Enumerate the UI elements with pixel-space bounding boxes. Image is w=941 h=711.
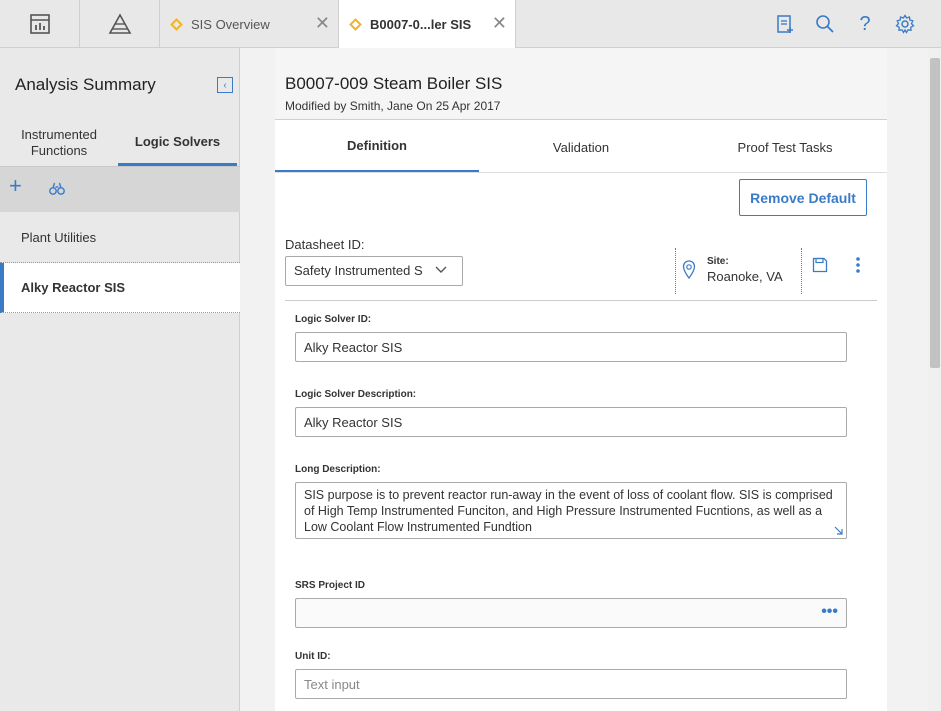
search-icon	[816, 15, 834, 33]
list-item-alky-reactor-sis[interactable]: Alky Reactor SIS	[0, 263, 240, 313]
tab-label: Definition	[347, 138, 407, 153]
form-divider	[285, 300, 877, 301]
unit-id-field[interactable]: Text input	[295, 669, 847, 699]
tab-label: Validation	[552, 139, 610, 155]
analysis-summary-panel: Analysis Summary ‹ Instrumented Function…	[0, 48, 240, 711]
record-header: B0007-009 Steam Boiler SIS Modified by S…	[275, 48, 887, 120]
long-description-label: Long Description:	[295, 464, 381, 475]
binoculars-icon[interactable]	[49, 182, 65, 196]
site-value: Roanoke, VA	[707, 269, 783, 284]
close-icon[interactable]: ✕	[315, 14, 330, 32]
dashboard-icon	[29, 14, 50, 34]
help-button[interactable]: ?	[853, 12, 877, 36]
scroll-thumb[interactable]	[930, 58, 940, 368]
tab-sis-overview[interactable]: SIS Overview ✕	[160, 0, 339, 48]
clipboard-add-button[interactable]	[773, 12, 797, 36]
chevron-down-icon	[435, 266, 447, 273]
more-options-icon[interactable]: •••	[821, 603, 838, 621]
asset-strategy-button[interactable]	[80, 0, 160, 48]
field-placeholder: Text input	[304, 676, 360, 692]
datasheet-value: Safety Instrumented S	[294, 263, 423, 278]
save-icon[interactable]	[812, 257, 828, 273]
add-icon[interactable]: +	[9, 175, 22, 197]
datasheet-select[interactable]: Safety Instrumented S	[285, 256, 463, 286]
record-card: B0007-009 Steam Boiler SIS Modified by S…	[275, 48, 887, 711]
remove-default-button[interactable]: Remove Default	[739, 179, 867, 216]
tab-divider	[275, 172, 887, 173]
close-icon[interactable]: ✕	[492, 14, 507, 32]
logic-solver-description-field[interactable]: Alky Reactor SIS	[295, 407, 847, 437]
more-vertical-icon[interactable]	[855, 256, 861, 274]
list-item-label: Plant Utilities	[21, 230, 97, 245]
srs-project-id-label: SRS Project ID	[295, 580, 366, 591]
logic-solver-description-label: Logic Solver Description:	[295, 389, 417, 400]
tab-proof-test-tasks[interactable]: Proof Test Tasks	[683, 121, 887, 173]
list-toolbar: +	[0, 166, 240, 212]
vertical-scrollbar[interactable]	[928, 48, 941, 711]
datasheet-label: Datasheet ID:	[285, 237, 365, 252]
tab-validation[interactable]: Validation	[479, 121, 683, 173]
pyramid-icon	[108, 13, 131, 34]
list-item-label: Alky Reactor SIS	[21, 280, 126, 295]
field-value: Alky Reactor SIS	[304, 414, 403, 430]
dashboard-button[interactable]	[0, 0, 80, 48]
diamond-icon	[349, 18, 362, 31]
top-bar: SIS Overview ✕ B0007-0...ler SIS ✕ ?	[0, 0, 941, 49]
location-pin-icon	[682, 260, 696, 280]
site-label: Site:	[707, 256, 729, 267]
tab-label: Logic Solvers	[134, 134, 221, 149]
diamond-icon	[170, 17, 183, 31]
tab-label: Proof Test Tasks	[737, 139, 833, 155]
logic-solver-id-field[interactable]: Alky Reactor SIS	[295, 332, 847, 362]
tab-steam-boiler-sis[interactable]: B0007-0...ler SIS ✕	[339, 0, 516, 49]
srs-project-id-field[interactable]: •••	[295, 598, 847, 628]
modified-info: Modified by Smith, Jane On 25 Apr 2017	[285, 99, 501, 113]
page-title: B0007-009 Steam Boiler SIS	[285, 74, 503, 93]
long-description-textarea[interactable]: SIS purpose is to prevent reactor run-aw…	[295, 482, 847, 539]
resize-handle-icon[interactable]	[834, 526, 844, 536]
search-button[interactable]	[813, 12, 837, 36]
collapse-panel-button[interactable]: ‹	[217, 77, 233, 93]
logic-solver-id-label: Logic Solver ID:	[295, 314, 372, 325]
unit-id-label: Unit ID:	[295, 651, 331, 662]
settings-button[interactable]	[893, 12, 917, 36]
tab-label: SIS Overview	[191, 16, 270, 32]
main-content: B0007-009 Steam Boiler SIS Modified by S…	[240, 48, 928, 711]
field-value: SIS purpose is to prevent reactor run-aw…	[304, 488, 833, 534]
chevron-left-icon: ‹	[223, 79, 227, 91]
clipboard-add-icon	[777, 15, 793, 33]
settings-icon	[895, 14, 915, 34]
help-icon: ?	[859, 12, 871, 35]
site-selector[interactable]: Site: Roanoke, VA	[675, 248, 802, 294]
tab-definition[interactable]: Definition	[275, 121, 479, 173]
field-value: Alky Reactor SIS	[304, 339, 403, 355]
tab-logic-solvers[interactable]: Logic Solvers	[118, 120, 237, 166]
list-item-plant-utilities[interactable]: Plant Utilities	[0, 213, 240, 263]
panel-title: Analysis Summary	[15, 75, 156, 94]
tab-instrumented-functions[interactable]: Instrumented Functions	[0, 120, 118, 166]
tab-label: Instrumented Functions	[21, 127, 97, 158]
tab-label: B0007-0...ler SIS	[370, 17, 472, 32]
